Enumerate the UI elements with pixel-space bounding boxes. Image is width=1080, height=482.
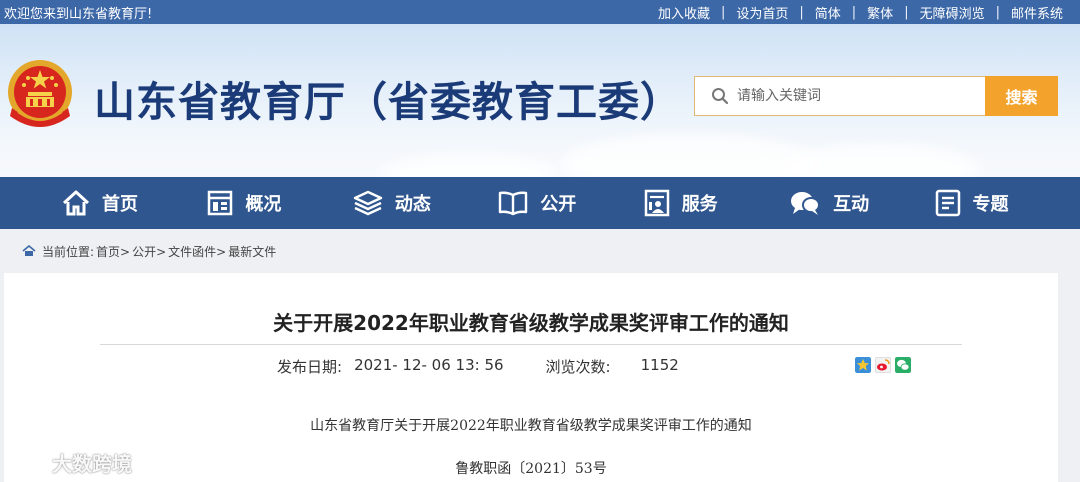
qzone-share-icon[interactable] <box>855 357 871 373</box>
watermark-logo-icon <box>10 451 45 473</box>
nav-item-public[interactable]: 公开 <box>498 190 643 216</box>
share-icons <box>855 357 911 373</box>
simplified-link[interactable]: 简体 <box>804 3 852 22</box>
search-box[interactable] <box>694 76 985 116</box>
welcome-text: 欢迎您来到山东省教育厅! <box>4 6 153 22</box>
nav-label: 服务 <box>681 194 718 215</box>
header-banner: 山东省教育厅（省委教育工委） 搜索 <box>0 24 1080 177</box>
chat-icon <box>791 192 821 215</box>
date-value: 2021- 12- 06 13: 56 <box>354 356 504 374</box>
views-label: 浏览次数: <box>545 358 611 376</box>
top-links: 加入收藏 | 设为首页 | 简体 | 繁体 | 无障碍浏览 | 邮件系统 <box>647 3 1074 22</box>
cloud-decoration <box>780 144 980 177</box>
nav-label: 公开 <box>540 194 577 215</box>
breadcrumb-public[interactable]: 公开> <box>132 243 166 260</box>
service-icon <box>644 189 669 217</box>
location-icon <box>22 245 36 256</box>
layers-icon <box>353 190 383 216</box>
breadcrumb-latest[interactable]: 最新文件 <box>228 243 276 260</box>
nav-label: 动态 <box>394 194 431 215</box>
nav-item-service[interactable]: 服务 <box>644 189 789 217</box>
set-homepage-link[interactable]: 设为首页 <box>725 3 799 22</box>
divider: | <box>799 4 804 20</box>
date-label: 发布日期: <box>277 358 343 376</box>
article-meta: 发布日期: 2021- 12- 06 13: 56 浏览次数: 1152 <box>277 356 679 377</box>
search-input[interactable] <box>737 88 957 104</box>
add-favorite-link[interactable]: 加入收藏 <box>647 3 721 22</box>
document-number: 鲁教职函〔2021〕53号 <box>455 461 607 477</box>
nav-item-topics[interactable]: 专题 <box>935 189 1080 217</box>
divider: | <box>904 4 909 20</box>
breadcrumb: 当前位置: 首页> 公开> 文件函件> 最新文件 <box>0 229 1080 273</box>
top-bar: 欢迎您来到山东省教育厅! 加入收藏 | 设为首页 | 简体 | 繁体 | 无障碍浏览 | … <box>0 0 1080 24</box>
nav-label: 概况 <box>245 194 282 215</box>
overview-icon <box>208 190 233 216</box>
mail-system-link[interactable]: 邮件系统 <box>1000 3 1074 22</box>
views-value: 1152 <box>640 356 679 374</box>
nav-item-home[interactable]: 首页 <box>62 190 207 216</box>
wechat-share-icon[interactable] <box>895 357 911 373</box>
breadcrumb-prefix: 当前位置: <box>42 244 95 259</box>
book-icon <box>499 191 528 216</box>
main-nav: 首页 概况 动态 公开 服务 互动 专题 <box>0 177 1080 229</box>
watermark-text: 大数跨境 <box>52 452 132 476</box>
document-icon <box>935 189 960 217</box>
divider: | <box>851 4 857 20</box>
document-subtitle: 山东省教育厅关于开展2022年职业教育省级教学成果奖评审工作的通知 <box>310 418 752 434</box>
search-bar: 搜索 <box>694 76 1058 116</box>
national-emblem-icon[interactable] <box>4 56 76 136</box>
divider: | <box>720 4 726 20</box>
nav-item-interact[interactable]: 互动 <box>789 190 934 216</box>
weibo-share-icon[interactable] <box>875 357 891 373</box>
accessibility-link[interactable]: 无障碍浏览 <box>909 3 996 22</box>
traditional-link[interactable]: 繁体 <box>856 3 904 22</box>
search-button[interactable]: 搜索 <box>985 76 1058 116</box>
article-title: 关于开展2022年职业教育省级教学成果奖评审工作的通知 <box>273 311 789 335</box>
cloud-decoration <box>380 154 560 177</box>
breadcrumb-home[interactable]: 首页> <box>96 243 130 260</box>
nav-label: 首页 <box>102 194 138 215</box>
nav-item-overview[interactable]: 概况 <box>207 190 352 216</box>
search-icon <box>712 88 729 105</box>
nav-label: 专题 <box>972 194 1009 215</box>
nav-item-news[interactable]: 动态 <box>353 190 498 216</box>
home-icon <box>62 190 90 216</box>
article-panel: 关于开展2022年职业教育省级教学成果奖评审工作的通知 发布日期: 2021- … <box>4 273 1058 482</box>
watermark: 大数跨境 <box>8 448 132 477</box>
divider <box>100 344 962 345</box>
divider: | <box>995 4 1000 20</box>
breadcrumb-documents[interactable]: 文件函件> <box>168 243 226 260</box>
site-title: 山东省教育厅（省委教育工委） <box>94 78 682 126</box>
nav-label: 互动 <box>833 194 870 215</box>
